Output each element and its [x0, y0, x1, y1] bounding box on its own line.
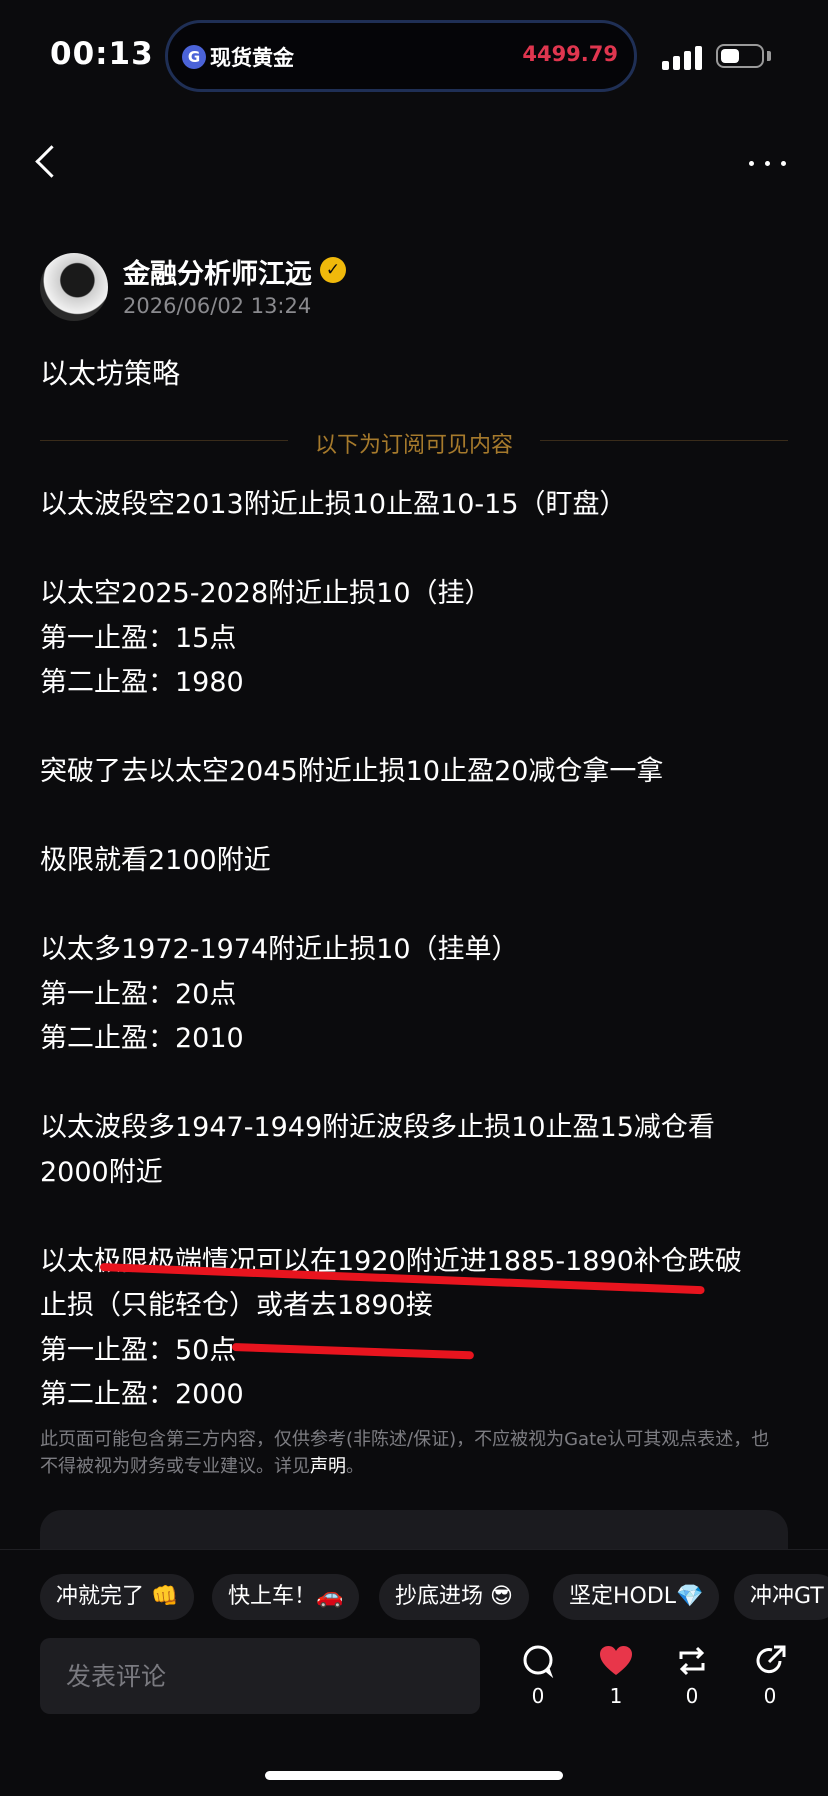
- battery-cap: [767, 51, 771, 61]
- share-icon: [756, 1645, 786, 1674]
- chevron-left-icon[interactable]: [35, 145, 68, 178]
- subscription-divider: 以下为订阅可见内容: [40, 427, 788, 458]
- ticker-label: 现货黄金: [210, 46, 294, 70]
- ticker-price: 4499.79: [522, 42, 618, 66]
- share-button[interactable]: 0: [740, 1644, 800, 1708]
- repost-count: 0: [685, 1684, 699, 1708]
- repost-button[interactable]: 0: [662, 1644, 722, 1708]
- post-line: 以太波段多1947-1949附近波段多止损10止盈15减仓看: [40, 1112, 715, 1143]
- like-count: 1: [609, 1684, 623, 1708]
- repost-icon: [679, 1646, 705, 1676]
- reaction-chip[interactable]: 冲就完了 👊: [40, 1574, 195, 1620]
- comment-count: 0: [531, 1684, 545, 1708]
- post-line: 第一止盈：15点: [40, 622, 237, 654]
- like-button[interactable]: 1: [586, 1644, 646, 1708]
- reaction-chip[interactable]: 坚定HODL💎: [553, 1574, 720, 1620]
- post-line: 第二止盈：2000: [40, 1379, 244, 1410]
- home-indicator[interactable]: [265, 1771, 563, 1780]
- post-line: 以太波段空2013附近止损10止盈10-15（盯盘）: [40, 489, 627, 520]
- disclaimer-text: 此页面可能包含第三方内容，仅供参考(非陈述/保证)，不应被视为Gate认可其观点…: [40, 1429, 770, 1477]
- post-line: 第二止盈：1980: [40, 667, 244, 698]
- post-timestamp: 2026/06/02 13:24: [123, 294, 312, 318]
- subscription-divider-label: 以下为订阅可见内容: [314, 433, 513, 458]
- post-line: 第二止盈：2010: [40, 1023, 244, 1054]
- battery-icon: [716, 44, 764, 68]
- verified-badge-icon: ✓: [320, 257, 346, 283]
- author-name[interactable]: 金融分析师江远: [123, 252, 312, 291]
- post-line: 以太空2025-2028附近止损10（挂）: [40, 578, 492, 609]
- post-line: 以太多1972-1974附近止损10（挂单）: [40, 934, 519, 965]
- post-line: 2000附近: [40, 1156, 163, 1188]
- disclaimer-link[interactable]: 声明: [310, 1456, 346, 1477]
- comment-button[interactable]: 0: [508, 1644, 568, 1708]
- disclaimer-end: 。: [346, 1456, 364, 1477]
- status-time: 00:13: [50, 36, 154, 72]
- post-title: 以太坊策略: [40, 357, 181, 390]
- ellipsis-icon[interactable]: [745, 158, 789, 170]
- reaction-chip[interactable]: 抄底进场 😎: [379, 1574, 529, 1620]
- post-line: 第一止盈：20点: [40, 978, 237, 1010]
- avatar[interactable]: [40, 253, 108, 321]
- disclaimer: 此页面可能包含第三方内容，仅供参考(非陈述/保证)，不应被视为Gate认可其观点…: [40, 1426, 780, 1480]
- cellular-signal-icon: [662, 44, 704, 70]
- dynamic-island-ticker[interactable]: G 现货黄金 4499.79: [165, 20, 637, 92]
- share-count: 0: [763, 1684, 777, 1708]
- post-line: 突破了去以太空2045附近止损10止盈20减仓拿一拿: [40, 756, 664, 787]
- reaction-chip[interactable]: 冲冲GT: [734, 1574, 828, 1620]
- gate-logo-icon: G: [182, 45, 206, 69]
- comment-input[interactable]: [40, 1638, 480, 1714]
- comment-bubble-icon: [523, 1645, 554, 1678]
- post-line: 极限就看2100附近: [40, 845, 271, 876]
- heart-icon: [600, 1646, 632, 1675]
- reaction-chip[interactable]: 快上车！🚗: [212, 1574, 360, 1620]
